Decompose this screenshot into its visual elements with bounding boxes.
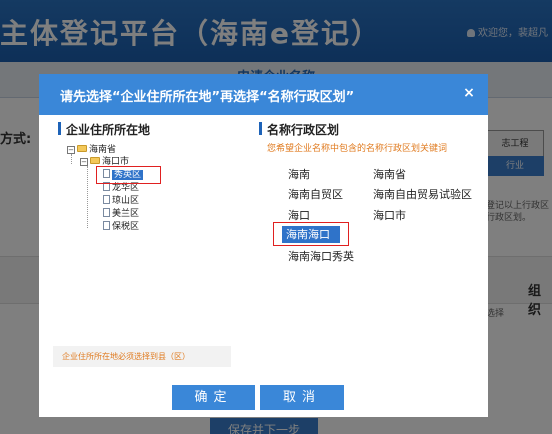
region-option[interactable]: 海口市 [373, 207, 406, 223]
confirm-button[interactable]: 确定 [172, 385, 255, 410]
region-option[interactable]: 海口 [288, 207, 310, 223]
tree-connector [87, 166, 88, 228]
residence-hint: 企业住所所在地必须选择到县（区） [53, 346, 231, 367]
name-region-section-title: 名称行政区划 [259, 121, 339, 138]
tree-node-label: 美兰区 [112, 209, 140, 219]
dialog-header: 请先选择“企业住所所在地”再选择“名称行政区划” × [39, 74, 488, 115]
tree-node-district[interactable]: 美兰区 [103, 208, 139, 220]
tree-node-label: 琼山区 [112, 196, 140, 206]
folder-icon [77, 145, 87, 152]
selection-highlight-box [273, 222, 349, 246]
region-option[interactable]: 海南省 [373, 166, 406, 182]
file-icon [103, 195, 110, 204]
residence-section-title: 企业住所所在地 [58, 121, 150, 138]
cancel-button[interactable]: 取消 [260, 385, 344, 410]
region-option[interactable]: 海南海口秀英 [288, 248, 354, 264]
name-region-hint: 您希望企业名称中包含的名称行政区划关键词 [267, 144, 448, 154]
selection-highlight-box [96, 166, 161, 184]
collapse-icon[interactable]: − [80, 158, 88, 166]
dialog-title: 请先选择“企业住所所在地”再选择“名称行政区划” [60, 90, 355, 105]
folder-icon [90, 157, 100, 164]
region-option[interactable]: 海南自贸区 [288, 186, 343, 202]
tree-node-district[interactable]: 保税区 [103, 221, 139, 233]
tree-node-label: 海南省 [89, 145, 117, 155]
region-option[interactable]: 海南自由贸易试验区 [373, 186, 472, 202]
region-option[interactable]: 海南 [288, 166, 310, 182]
tree-node-label: 龙华区 [112, 183, 140, 193]
file-icon [103, 221, 110, 230]
file-icon [103, 208, 110, 217]
tree-node-district[interactable]: 琼山区 [103, 195, 139, 207]
tree-node-label: 保税区 [112, 222, 140, 232]
tree-node-province[interactable]: − 海南省 [67, 144, 116, 156]
close-icon[interactable]: × [461, 84, 477, 102]
region-select-dialog: 请先选择“企业住所所在地”再选择“名称行政区划” × 企业住所所在地 − 海南省 … [39, 74, 488, 417]
collapse-icon[interactable]: − [67, 146, 75, 154]
